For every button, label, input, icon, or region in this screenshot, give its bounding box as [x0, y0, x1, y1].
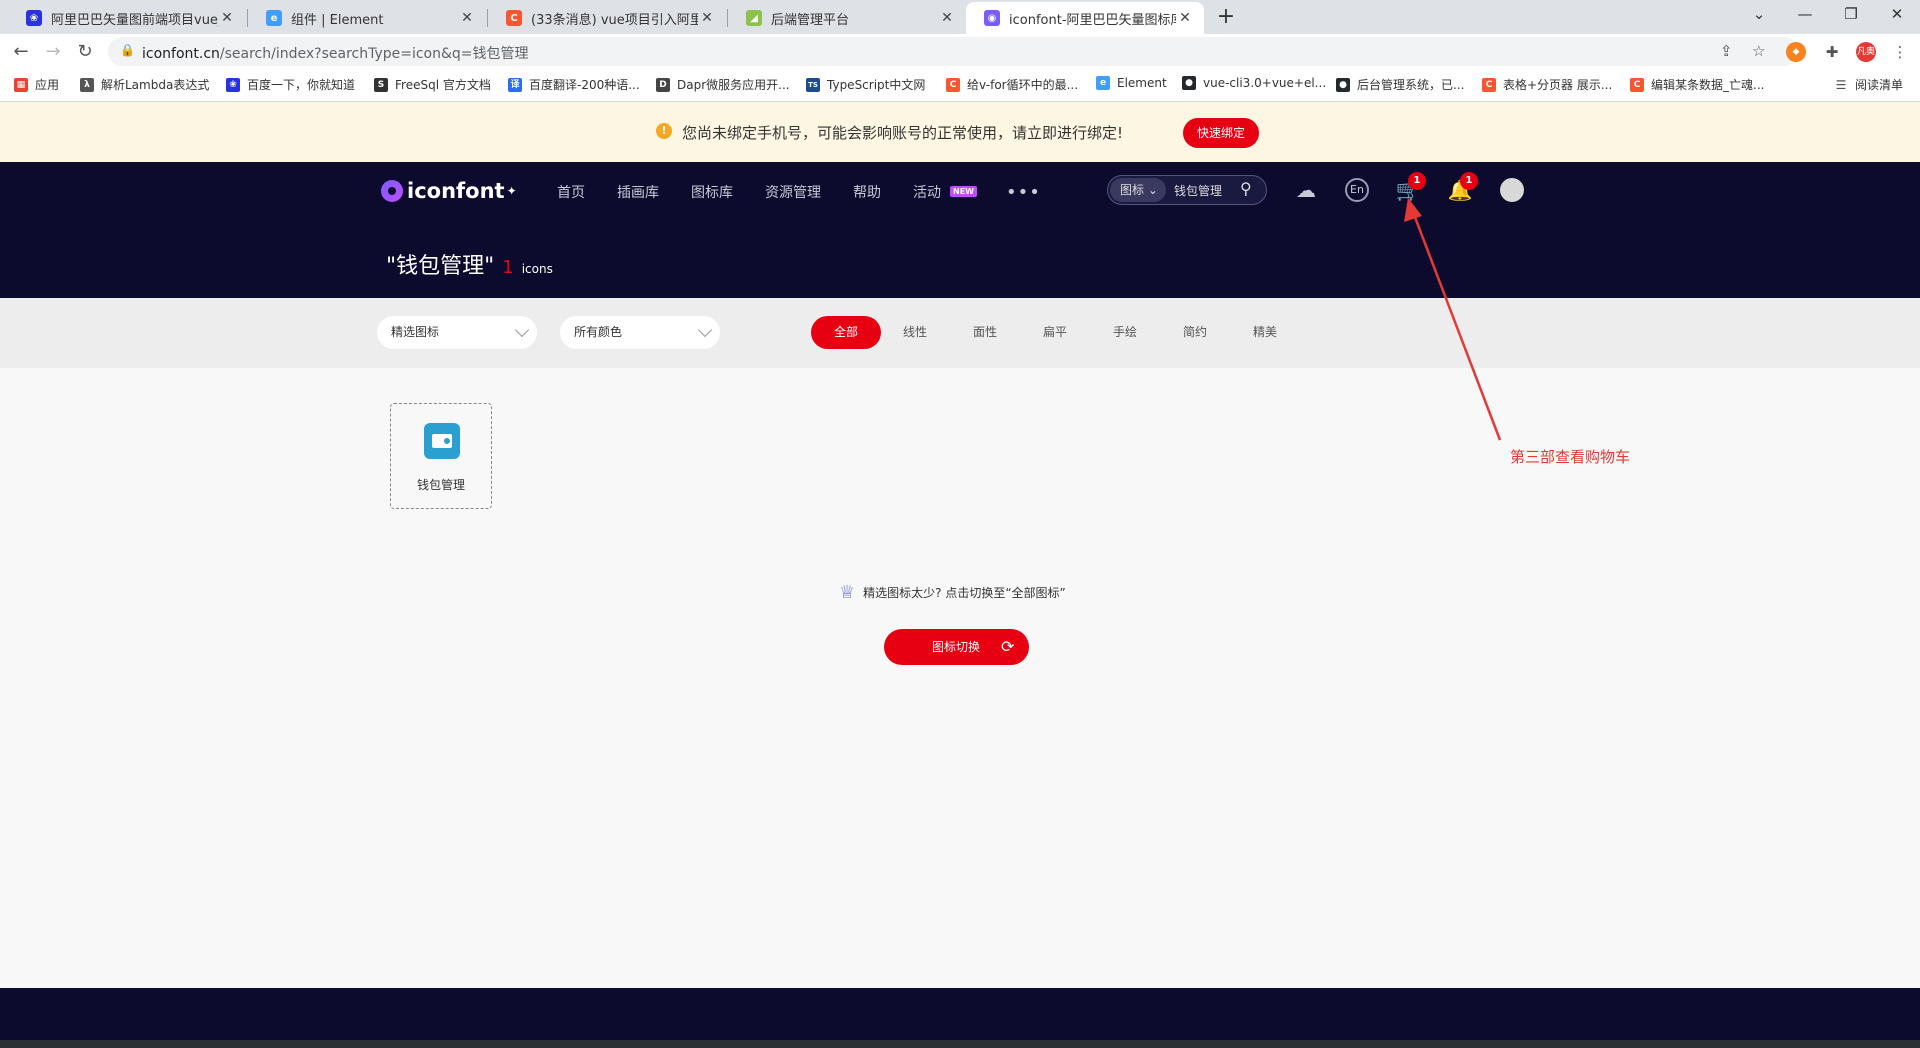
annotation-arrow-line	[1411, 211, 1502, 441]
annotation-arrow-head	[1404, 198, 1422, 222]
annotation-arrow	[1404, 198, 1502, 441]
annotation-text: 第三部查看购物车	[1510, 448, 1631, 466]
os-taskbar	[0, 1040, 1920, 1048]
site-footer	[0, 988, 1920, 1048]
